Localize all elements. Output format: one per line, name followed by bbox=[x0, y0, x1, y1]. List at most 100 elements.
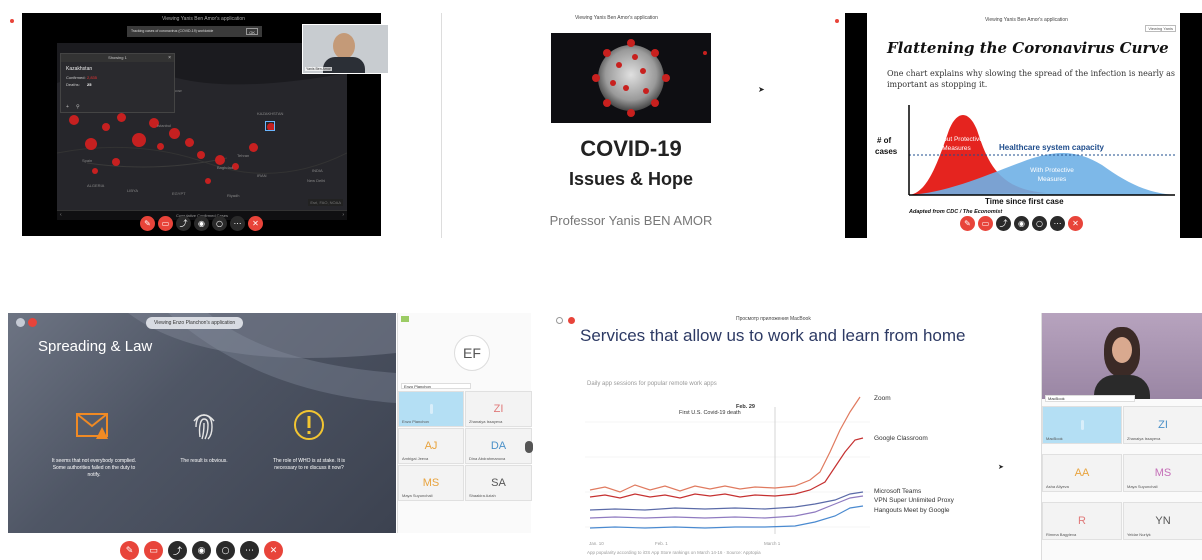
record-icon[interactable]: ◉ bbox=[1014, 216, 1029, 231]
more-icon[interactable]: ⋯ bbox=[1050, 216, 1065, 231]
case-marker[interactable] bbox=[215, 155, 225, 165]
map-label: EGYPT bbox=[172, 191, 186, 196]
meeting-controls: ✎ ▭ ⤴ ◉ ○ ⋯ ✕ bbox=[960, 216, 1083, 231]
share-icon[interactable]: ⤴ bbox=[996, 216, 1011, 231]
item-text: The role of WHO is at stake. It is neces… bbox=[273, 458, 345, 471]
map-label: Spain bbox=[82, 158, 93, 163]
more-icon[interactable]: ⋯ bbox=[230, 216, 245, 231]
blue-curve-label: With Protective Measures bbox=[1030, 167, 1074, 183]
record-icon[interactable]: ◉ bbox=[192, 541, 211, 560]
participant-initials: SA bbox=[491, 477, 506, 489]
chat-icon[interactable]: ○ bbox=[216, 541, 235, 560]
prev-arrow-icon[interactable]: ‹ bbox=[60, 212, 62, 218]
case-marker[interactable] bbox=[69, 115, 79, 125]
participant-tile[interactable]: MS Maya Suyunchali bbox=[398, 465, 464, 501]
chat-icon[interactable]: ○ bbox=[1032, 216, 1047, 231]
presenter-name: Professor Yanis BEN AMOR bbox=[549, 213, 713, 228]
capacity-label: Healthcare system capacity bbox=[999, 143, 1104, 152]
x-tick-label: Feb. 1 bbox=[655, 541, 668, 546]
y-axis-label-1: # of bbox=[877, 136, 892, 145]
series-label: Zoom bbox=[874, 395, 891, 402]
notice-ok-button[interactable]: OK bbox=[246, 28, 258, 35]
participant-tile[interactable]: Enzo Planchon bbox=[398, 391, 464, 427]
panel-map-share: Viewing Yanis Ben Amor's application Mos… bbox=[10, 13, 389, 236]
meeting-controls: ✎ ▭ ⤴ ◉ ○ ⋯ ✕ bbox=[120, 541, 283, 560]
participant-tile[interactable]: SA Shaakira Aziah bbox=[465, 465, 532, 501]
curve-title: Flattening the Coronavirus Curve bbox=[887, 39, 1169, 57]
x-tick-label: March 1 bbox=[764, 541, 781, 546]
view-tab[interactable]: Viewing Yanis bbox=[1145, 25, 1176, 32]
case-marker[interactable] bbox=[205, 178, 211, 184]
case-marker[interactable] bbox=[249, 143, 258, 152]
share-icon[interactable]: ⤴ bbox=[176, 216, 191, 231]
slide-subtitle: Issues & Hope bbox=[568, 169, 694, 189]
share-icon[interactable]: ⤴ bbox=[168, 541, 187, 560]
x-tick-label: Jan. 10 bbox=[589, 541, 604, 546]
chart-footnote: App popularity according to iOS App Stor… bbox=[587, 550, 761, 555]
participant-tile[interactable]: R Rimma Bagyleva bbox=[1042, 502, 1122, 540]
chat-icon[interactable]: ○ bbox=[212, 216, 227, 231]
avatar bbox=[333, 33, 355, 59]
camera-icon[interactable]: ▭ bbox=[144, 541, 163, 560]
participant-name: Maya Suyunchali bbox=[1127, 484, 1158, 489]
participant-name: Zhanaiya Issayeva bbox=[1127, 436, 1161, 441]
avatar bbox=[1112, 337, 1132, 363]
participant-tile[interactable]: MacBook bbox=[1042, 406, 1122, 444]
map-label: Istanbul bbox=[157, 123, 172, 128]
mic-icon[interactable]: ✎ bbox=[140, 216, 155, 231]
window-icon[interactable] bbox=[556, 317, 563, 324]
map-label: ALGERIA bbox=[87, 183, 105, 188]
participant-tile[interactable]: AJ Ambigai Jeeva bbox=[398, 428, 464, 464]
leave-icon[interactable]: ✕ bbox=[248, 216, 263, 231]
participant-tile[interactable]: MS Maya Suyunchali bbox=[1123, 454, 1202, 492]
case-marker[interactable] bbox=[197, 151, 205, 159]
case-marker[interactable] bbox=[185, 138, 194, 147]
record-icon[interactable]: ◉ bbox=[194, 216, 209, 231]
mouse-cursor-icon: ➤ bbox=[998, 464, 1004, 471]
warning-envelope-icon bbox=[76, 413, 108, 439]
participant-tile[interactable]: AA Asha Aliyeva bbox=[1042, 454, 1122, 492]
stop-share-icon[interactable] bbox=[568, 317, 575, 324]
more-icon[interactable]: ⋯ bbox=[240, 541, 259, 560]
camera-icon[interactable]: ▭ bbox=[158, 216, 173, 231]
close-icon[interactable]: × bbox=[168, 55, 171, 61]
next-arrow-icon[interactable]: › bbox=[342, 212, 344, 218]
participant-initials: YN bbox=[1155, 515, 1171, 527]
mic-icon[interactable]: ✎ bbox=[960, 216, 975, 231]
participant-tile[interactable]: YN Yeldar Nurlyk bbox=[1123, 502, 1202, 540]
self-name: MacBook bbox=[1045, 395, 1135, 402]
mic-icon[interactable]: ✎ bbox=[120, 541, 139, 560]
participant-tile[interactable]: ZI Zhanaiya Issayeva bbox=[465, 391, 532, 427]
participant-name: Ambigai Jeeva bbox=[402, 456, 429, 461]
case-marker[interactable] bbox=[117, 113, 126, 122]
y-axis-label-2: cases bbox=[875, 147, 898, 156]
case-marker[interactable] bbox=[112, 158, 120, 166]
participant-initials: AJ bbox=[424, 440, 438, 452]
map-label: KAZAKHSTAN bbox=[257, 111, 284, 116]
window-icon[interactable] bbox=[16, 318, 25, 327]
leave-icon[interactable]: ✕ bbox=[264, 541, 283, 560]
fingerprint-icon bbox=[193, 414, 215, 440]
case-marker[interactable] bbox=[85, 138, 97, 150]
leave-icon[interactable]: ✕ bbox=[1068, 216, 1083, 231]
participant-tile[interactable]: ZI Zhanaiya Issayeva bbox=[1123, 406, 1202, 444]
slide-title: COVID-19 bbox=[580, 136, 682, 161]
viewing-label: Viewing Yanis Ben Amor's application bbox=[162, 16, 245, 22]
notice-text: Tracking cases of coronavirus (COVID-19)… bbox=[131, 29, 214, 33]
stop-share-icon[interactable] bbox=[28, 318, 37, 327]
case-marker[interactable] bbox=[102, 123, 110, 131]
case-marker[interactable] bbox=[132, 133, 146, 147]
popup-deaths-value: 25 bbox=[87, 82, 92, 87]
case-marker[interactable] bbox=[232, 163, 239, 170]
zoom-in-icon[interactable]: + bbox=[66, 104, 69, 110]
popup-country: Kazakhstan bbox=[66, 66, 93, 72]
grid-view-icon[interactable] bbox=[401, 316, 409, 322]
case-marker[interactable] bbox=[157, 143, 164, 150]
case-marker[interactable] bbox=[92, 168, 98, 174]
participant-tile[interactable]: DA Dina Abdrahmanova bbox=[465, 428, 532, 464]
virus-icon bbox=[592, 39, 707, 117]
case-marker[interactable] bbox=[169, 128, 180, 139]
camera-icon[interactable]: ▭ bbox=[978, 216, 993, 231]
search-icon[interactable]: ⚲ bbox=[76, 104, 80, 110]
next-page-icon[interactable] bbox=[525, 441, 533, 453]
